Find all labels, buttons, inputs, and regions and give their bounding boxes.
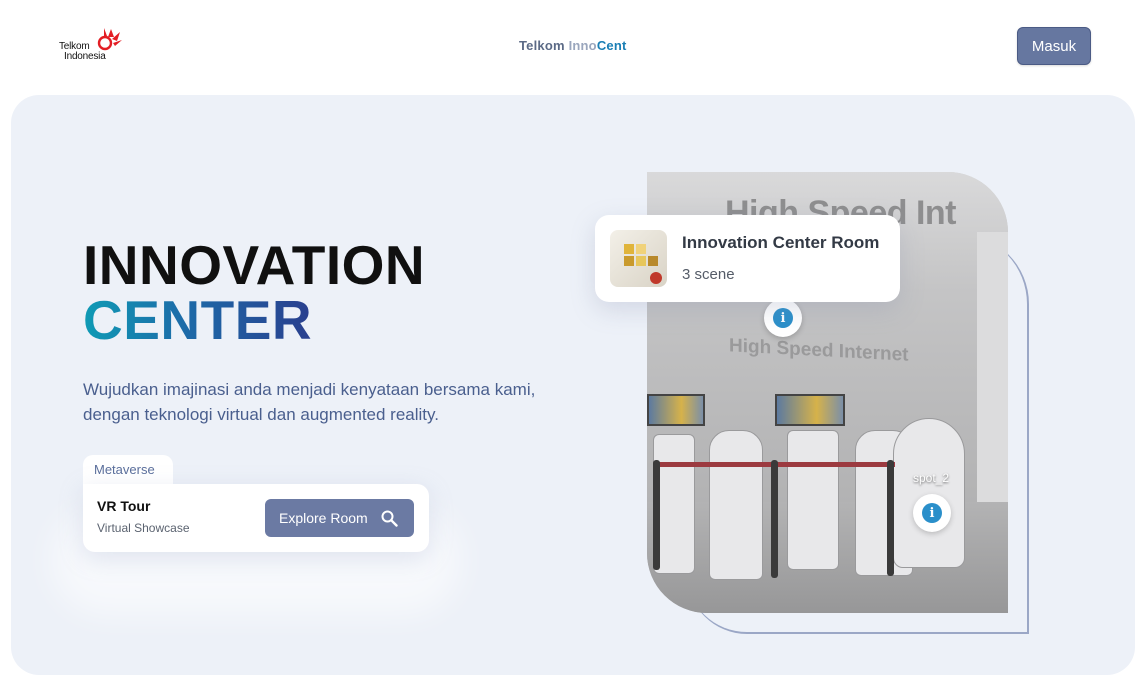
- room-title: Innovation Center Room: [682, 233, 880, 252]
- scene-wall-text-lower: High Speed Internet: [729, 335, 909, 366]
- card-title: VR Tour: [97, 498, 151, 514]
- tab-metaverse[interactable]: Metaverse: [83, 455, 173, 485]
- hotspot-spot-2[interactable]: i: [913, 494, 951, 532]
- hero-title-line2: CENTER: [83, 289, 313, 351]
- room-info-card[interactable]: Innovation Center Room 3 scene: [595, 215, 900, 302]
- scene-pole: [653, 460, 660, 570]
- vr-tour-card: VR Tour Virtual Showcase Explore Room: [83, 484, 429, 552]
- hero-description: Wujudkan imajinasi anda menjadi kenyataa…: [83, 380, 536, 424]
- scene-vr-seat: [709, 430, 763, 580]
- info-icon: i: [922, 503, 942, 523]
- scene-pole: [771, 460, 778, 578]
- login-button[interactable]: Masuk: [1017, 27, 1091, 65]
- hero-title-line1: INNOVATION: [83, 234, 426, 296]
- top-navbar: Telkom Indonesia Telkom InnoCent Masuk: [0, 0, 1147, 92]
- room-thumbnail: [610, 230, 667, 287]
- telkom-logo[interactable]: Telkom Indonesia: [58, 28, 128, 66]
- hotspot-info-top[interactable]: i: [764, 299, 802, 337]
- scene-pole: [887, 460, 894, 576]
- brand-name: Telkom InnoCent: [519, 38, 627, 53]
- logo-text-indonesia: Indonesia: [64, 51, 106, 62]
- room-scene-count: 3 scene: [682, 266, 735, 283]
- scene-vr-seat: [893, 418, 965, 568]
- scene-monitor: [775, 394, 845, 426]
- brand-part-cent: Cent: [596, 38, 627, 53]
- info-icon: i: [773, 308, 793, 328]
- explore-room-label: Explore Room: [279, 510, 368, 526]
- search-icon: [381, 510, 398, 527]
- brand-part-telkom: Telkom: [519, 38, 569, 53]
- scene-kiosk: [787, 430, 839, 570]
- brand-part-inno: Inno: [568, 38, 597, 53]
- hero-section: INNOVATION CENTER Wujudkan imajinasi and…: [11, 95, 1135, 675]
- scene-monitor: [647, 394, 705, 426]
- card-subtitle: Virtual Showcase: [97, 521, 190, 535]
- hotspot-label: spot_2: [913, 471, 950, 485]
- explore-room-button[interactable]: Explore Room: [265, 499, 414, 537]
